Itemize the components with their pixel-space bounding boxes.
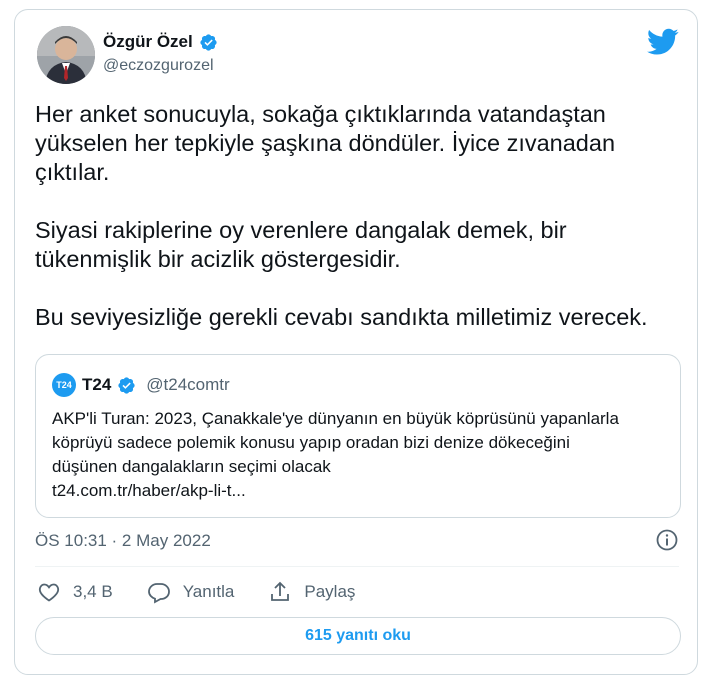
tweet-text: Her anket sonucuyla, sokağa çıktıklarınd…: [35, 100, 685, 332]
quote-author-name: T24: [82, 375, 112, 394]
reply-bubble-icon: [147, 583, 170, 604]
quote-line: AKP'li Turan: 2023, Çanakkale'ye dünyanı…: [52, 409, 619, 428]
read-replies-button[interactable]: 615 yanıtı oku: [35, 617, 681, 655]
divider: [35, 566, 679, 567]
info-icon[interactable]: [655, 528, 679, 552]
reply-label: Yanıtla: [182, 582, 235, 601]
quoted-tweet[interactable]: T24 T24 @t24comtr AKP'li Turan: 2023, Ça…: [35, 354, 681, 518]
tweet-paragraph: Her anket sonucuyla, sokağa çıktıklarınd…: [35, 101, 616, 185]
quote-text: AKP'li Turan: 2023, Çanakkale'ye dünyanı…: [52, 407, 667, 503]
quote-link[interactable]: t24.com.tr/haber/akp-li-t...: [52, 479, 667, 503]
share-button[interactable]: Paylaş: [268, 580, 355, 604]
share-icon: [271, 581, 290, 601]
action-bar: 3,4 B Yanıtla Paylaş: [37, 580, 389, 604]
verified-badge-icon: [200, 33, 217, 51]
like-count: 3,4 B: [73, 582, 113, 601]
quote-line: düşünen dangalakların seçimi olacak: [52, 457, 331, 476]
author-handle[interactable]: @eczozgurozel: [103, 57, 218, 75]
reply-button[interactable]: Yanıtla: [147, 580, 235, 604]
quote-avatar: T24: [52, 373, 76, 397]
heart-icon: [38, 583, 60, 602]
tweet-paragraph: Bu seviyesizliğe gerekli cevabı sandıkta…: [35, 304, 648, 330]
tweet-card: Özgür Özel @eczozgurozel Her anket sonuc…: [14, 9, 698, 675]
verified-badge-icon: [118, 376, 135, 394]
twitter-bird-icon[interactable]: [647, 28, 679, 56]
quote-author-handle: @t24comtr: [146, 375, 230, 394]
author-block: Özgür Özel @eczozgurozel: [103, 32, 218, 75]
quote-line: köprüyü sadece polemik konusu yapıp orad…: [52, 433, 570, 452]
author-name[interactable]: Özgür Özel: [103, 32, 193, 52]
like-button[interactable]: 3,4 B: [37, 580, 113, 604]
avatar[interactable]: [37, 26, 95, 84]
timestamp[interactable]: ÖS 10:31 · 2 May 2022: [35, 531, 211, 551]
share-label: Paylaş: [304, 582, 356, 601]
tweet-paragraph: Siyasi rakiplerine oy verenlere dangalak…: [35, 217, 567, 272]
